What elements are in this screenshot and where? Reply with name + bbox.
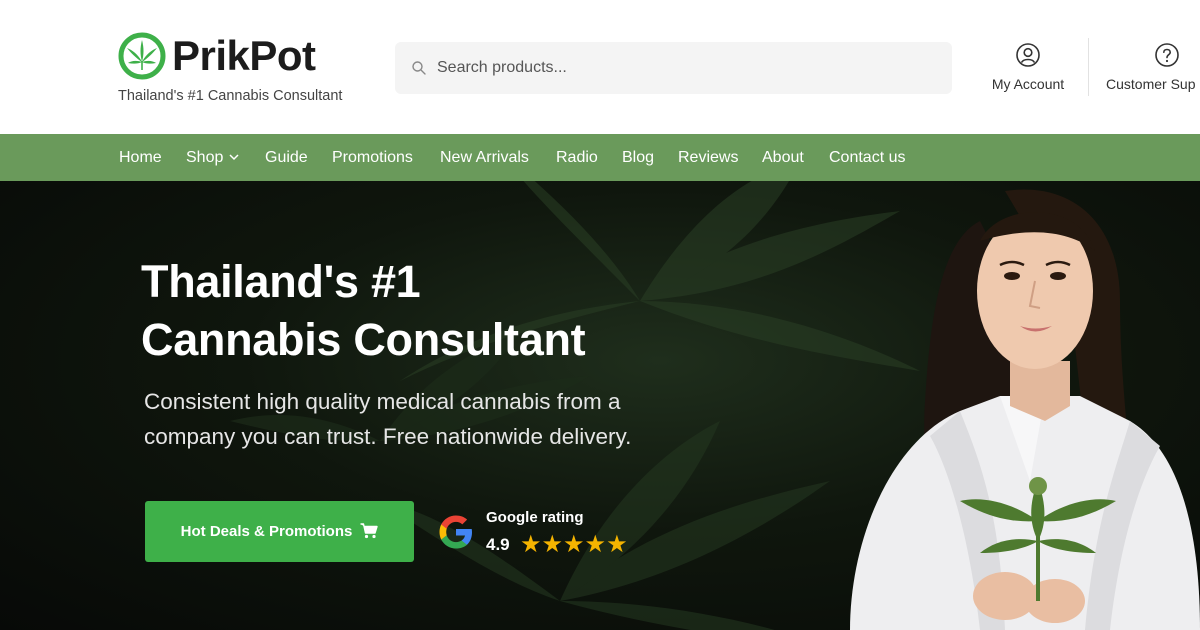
site-header: PrikPot Thailand's #1 Cannabis Consultan… [0,0,1200,134]
search-input[interactable] [437,42,937,94]
header-divider [1088,38,1089,96]
hot-deals-label: Hot Deals & Promotions [180,523,353,540]
nav-radio[interactable]: Radio [556,134,598,181]
hero-headline: Thailand's #1 Cannabis Consultant [141,253,586,369]
nav-promotions[interactable]: Promotions [332,134,413,181]
search-icon [412,61,426,75]
nav-shop[interactable]: Shop [186,134,239,181]
brand-tagline: Thailand's #1 Cannabis Consultant [118,88,343,104]
customer-support-label: Customer Sup [1106,76,1196,92]
cart-icon [360,522,379,538]
nav-shop-label: Shop [186,149,224,166]
google-rating-score: 4.9 [486,535,510,554]
nav-contact-us[interactable]: Contact us [829,134,905,181]
hot-deals-button[interactable]: Hot Deals & Promotions [145,501,414,562]
chevron-down-icon [229,154,239,161]
nav-home[interactable]: Home [119,134,162,181]
star-icon: ★ [563,531,585,558]
google-rating: Google rating 4.9 ★★★★★ [436,509,636,559]
hero-headline-line-2: Cannabis Consultant [141,314,586,366]
main-navigation: Home Shop Guide Promotions New Arrivals … [0,134,1200,181]
logo-wordmark: PrikPot [172,32,316,79]
help-icon [1155,43,1179,67]
nav-about[interactable]: About [762,134,804,181]
nav-new-arrivals[interactable]: New Arrivals [440,134,529,181]
nav-reviews[interactable]: Reviews [678,134,738,181]
hero-subtitle: Consistent high quality medical cannabis… [144,388,632,449]
customer-support-link[interactable]: Customer Sup [1106,42,1200,92]
user-icon [1016,43,1040,67]
google-logo-icon [439,515,472,549]
star-icon: ★ [584,531,607,558]
star-icon: ★ [606,531,628,558]
my-account-link[interactable]: My Account [985,42,1071,92]
star-icon: ★ [520,531,542,558]
consultant-photo [850,189,1200,630]
rating-stars: ★★★★★ [520,530,628,559]
hero-headline-line-1: Thailand's #1 [141,256,421,308]
star-icon: ★ [541,531,564,558]
cannabis-leaf-logo-icon [118,32,166,80]
hero-banner: Thailand's #1 Cannabis Consultant Consis… [0,181,1200,630]
search-bar [395,42,952,94]
nav-blog[interactable]: Blog [622,134,654,181]
google-rating-label: Google rating [486,509,584,526]
my-account-label: My Account [991,76,1065,92]
nav-guide[interactable]: Guide [265,134,308,181]
